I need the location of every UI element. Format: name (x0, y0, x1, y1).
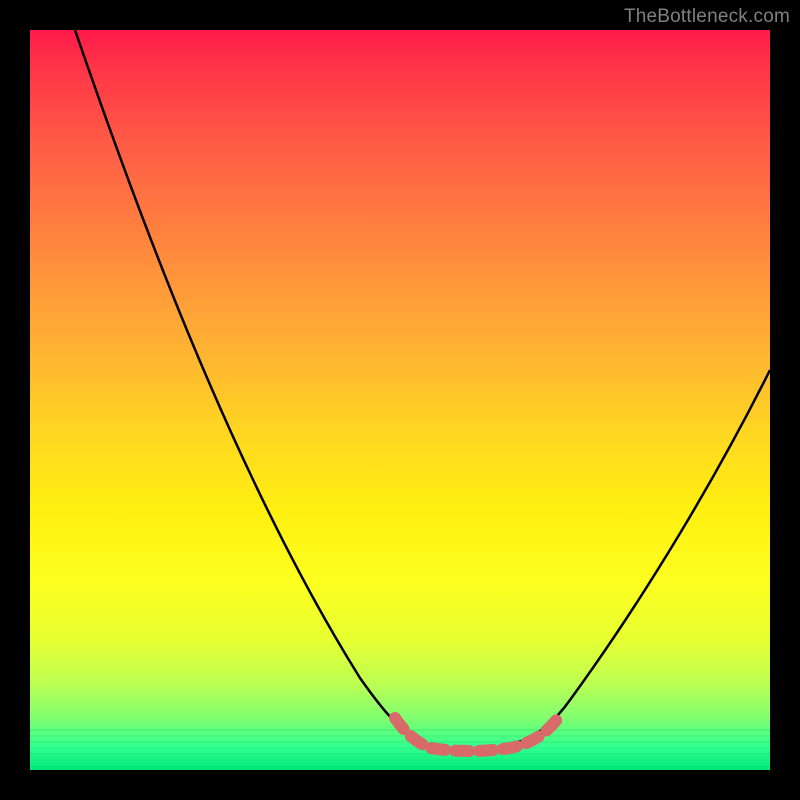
attribution-text: TheBottleneck.com (624, 6, 790, 28)
chart-container: TheBottleneck.com (0, 0, 800, 800)
gradient-plot-area (30, 30, 770, 770)
